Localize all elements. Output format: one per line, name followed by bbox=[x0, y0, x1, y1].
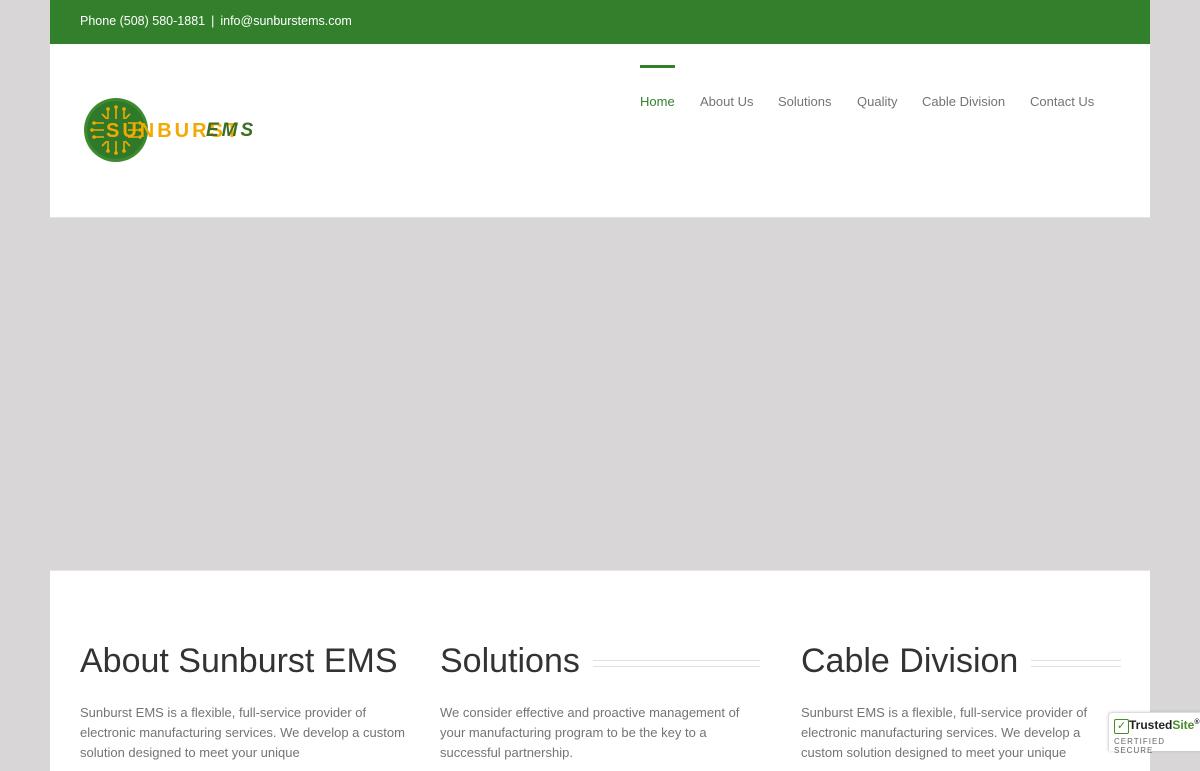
checkmark-icon: ✓ bbox=[1114, 719, 1129, 734]
trustedsite-badge[interactable]: ✓ TrustedSite® CERTIFIED SECURE bbox=[1108, 712, 1200, 755]
nav-label-about-us: About Us bbox=[700, 94, 754, 109]
nav-label-home: Home bbox=[640, 94, 675, 109]
nav-label-cable-division: Cable Division bbox=[922, 94, 1006, 109]
site-logo[interactable]: SUNBURST EMS bbox=[84, 97, 264, 167]
nav-label-quality: Quality bbox=[857, 94, 898, 109]
nav-item-contact-us[interactable]: Contact Us bbox=[1030, 65, 1094, 109]
badge-brand-a: Trusted bbox=[1129, 718, 1173, 732]
about-column: About Sunburst EMS Sunburst EMS is a fle… bbox=[80, 639, 410, 763]
trustedsite-brand: TrustedSite® bbox=[1129, 718, 1200, 732]
nav-item-solutions[interactable]: Solutions bbox=[778, 65, 831, 109]
badge-trademark: ® bbox=[1194, 719, 1200, 726]
logo-text-ems: EMS bbox=[206, 120, 257, 141]
nav-item-about-us[interactable]: About Us bbox=[700, 65, 753, 109]
cable-division-column: Cable Division Sunburst EMS is a flexibl… bbox=[801, 639, 1121, 763]
solutions-column: Solutions We consider effective and proa… bbox=[440, 639, 760, 763]
contact-separator: | bbox=[211, 14, 215, 28]
about-heading: About Sunburst EMS bbox=[80, 639, 410, 683]
nav-label-solutions: Solutions bbox=[778, 94, 832, 109]
phone-text: Phone (508) 580-1881 bbox=[80, 14, 206, 28]
solutions-text: We consider effective and proactive mana… bbox=[440, 705, 740, 760]
content-section: About Sunburst EMS Sunburst EMS is a fle… bbox=[50, 570, 1150, 771]
heading-divider bbox=[1031, 659, 1121, 667]
cable-division-title: Cable Division bbox=[801, 641, 1019, 680]
solutions-title: Solutions bbox=[440, 641, 580, 680]
nav-item-cable-division[interactable]: Cable Division bbox=[922, 65, 1005, 109]
nav-label-contact-us: Contact Us bbox=[1030, 94, 1095, 109]
hero-slider bbox=[0, 218, 1200, 570]
heading-divider bbox=[592, 659, 760, 667]
solutions-heading: Solutions bbox=[440, 639, 760, 683]
about-text: Sunburst EMS is a flexible, full-service… bbox=[80, 705, 405, 760]
nav-item-quality[interactable]: Quality bbox=[857, 65, 897, 109]
badge-subtitle: CERTIFIED SECURE bbox=[1114, 737, 1166, 755]
site-header: SUNBURST EMS Home About Us Solutions Qua… bbox=[50, 44, 1150, 218]
email-link[interactable]: info@sunburstems.com bbox=[220, 14, 352, 28]
cable-division-text: Sunburst EMS is a flexible, full-service… bbox=[801, 705, 1088, 760]
badge-brand-b: Site bbox=[1172, 718, 1195, 732]
top-bar: Phone (508) 580-1881 | info@sunburstems.co… bbox=[50, 0, 1150, 44]
contact-info: Phone (508) 580-1881 | info@sunburstems.co… bbox=[80, 14, 352, 28]
nav-item-home[interactable]: Home bbox=[640, 65, 675, 109]
about-title: About Sunburst EMS bbox=[80, 641, 398, 680]
cable-division-heading: Cable Division bbox=[801, 639, 1121, 683]
